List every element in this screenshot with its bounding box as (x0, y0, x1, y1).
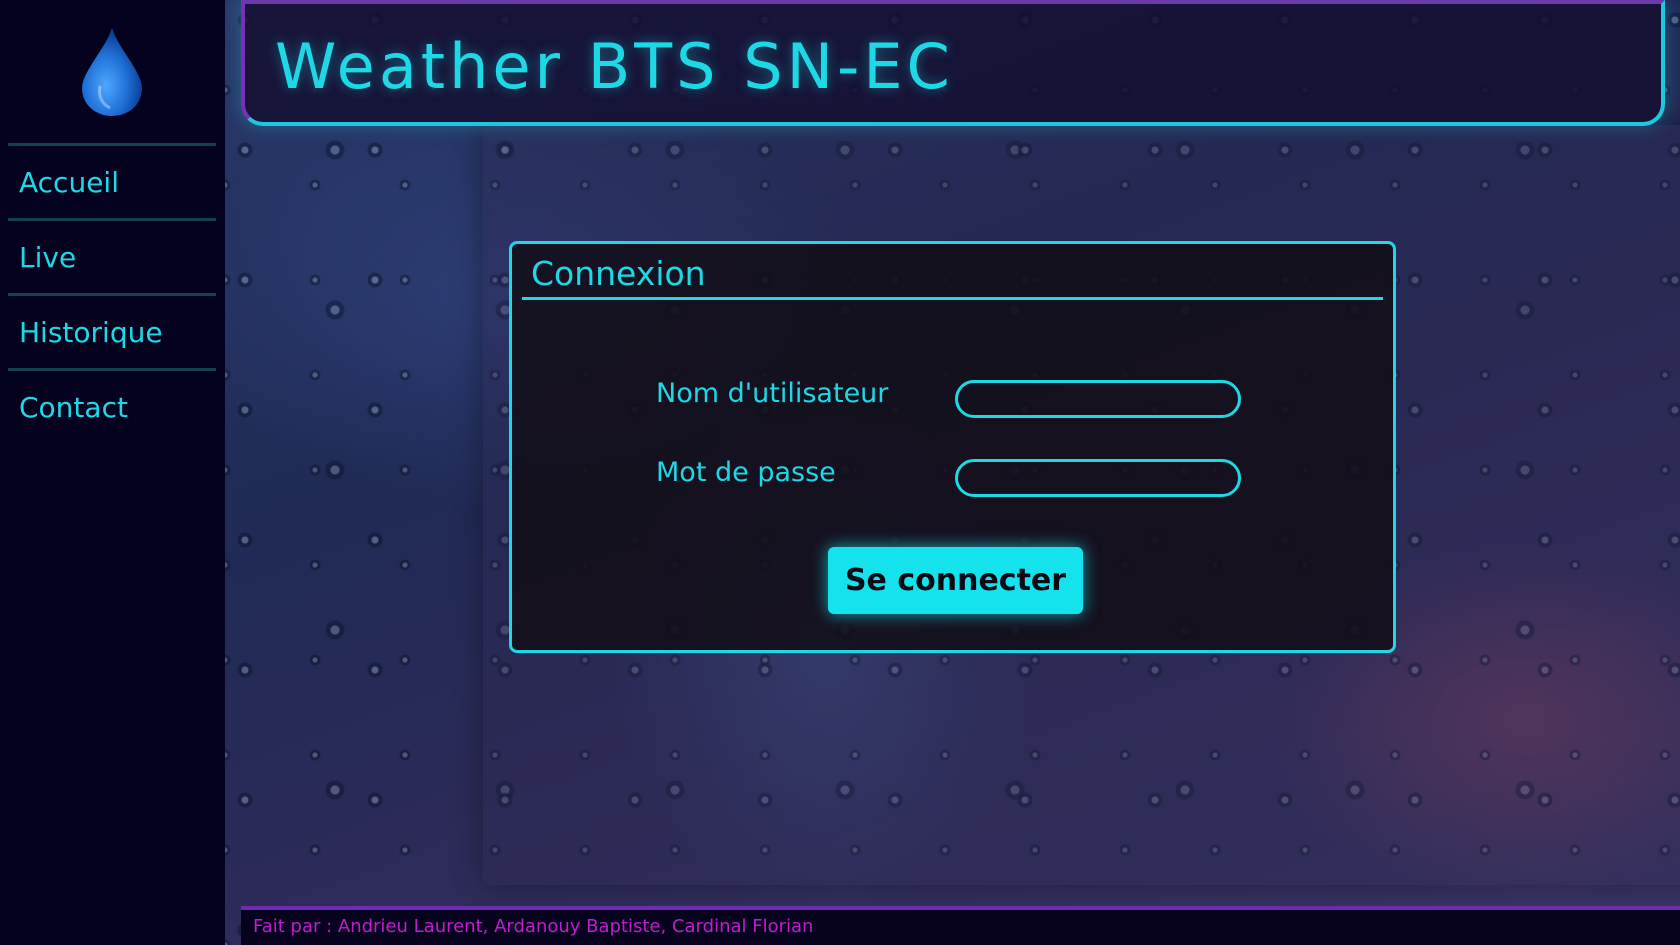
page-header: Weather BTS SN-EC (241, 0, 1665, 126)
password-label: Mot de passe (656, 457, 836, 488)
footer-credits: Fait par : Andrieu Laurent, Ardanouy Bap… (253, 916, 814, 937)
page-footer: Fait par : Andrieu Laurent, Ardanouy Bap… (241, 906, 1680, 945)
login-button[interactable]: Se connecter (828, 547, 1083, 614)
login-title: Connexion (531, 254, 706, 293)
username-label: Nom d'utilisateur (656, 378, 889, 409)
sidebar-nav: Accueil Live Historique Contact (8, 143, 216, 443)
sidebar-item-contact[interactable]: Contact (8, 368, 216, 443)
sidebar-item-accueil[interactable]: Accueil (8, 143, 216, 218)
sidebar-item-historique[interactable]: Historique (8, 293, 216, 368)
sidebar-item-live[interactable]: Live (8, 218, 216, 293)
username-field[interactable] (955, 380, 1241, 418)
sidebar: Accueil Live Historique Contact (0, 0, 225, 945)
water-drop-icon[interactable] (80, 26, 144, 118)
page-title: Weather BTS SN-EC (275, 30, 954, 103)
login-form: Connexion Nom d'utilisateur Mot de passe… (509, 241, 1396, 653)
title-divider (522, 297, 1383, 300)
password-field[interactable] (955, 459, 1241, 497)
